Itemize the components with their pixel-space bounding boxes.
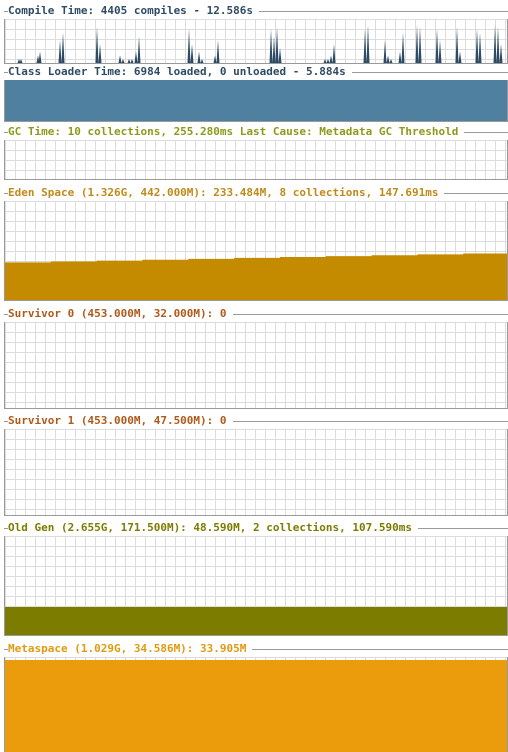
compile-spike [475,28,479,63]
compile-spike [95,26,99,63]
compile-spike [398,51,402,63]
compile-spike [269,28,273,63]
compile-spike [137,36,141,63]
compile-time-graph [17,25,503,63]
compile-spike [200,59,204,63]
compile-spike [415,25,419,63]
panel-title: Eden Space (1.326G, 442.000M): 233.484M,… [8,186,445,200]
graph-area [4,140,508,180]
compile-spike [458,51,462,63]
compile-spike [363,28,367,63]
compile-spike [478,32,482,63]
compile-spike [493,25,497,63]
compile-spike [278,47,282,63]
graph-area [4,80,508,122]
compile-spike [438,40,442,63]
panel-compile-time: Compile Time: 4405 compiles - 12.586s [4,4,508,64]
graph-area [4,322,508,409]
graph-area [4,429,508,516]
panel-title: Survivor 0 (453.000M, 32.000M): 0 [8,307,233,321]
compile-spike [187,28,191,63]
graph-area [4,19,508,64]
panel-title: Class Loader Time: 6984 loaded, 0 unload… [8,65,352,79]
compile-spike [389,59,393,63]
compile-spike [61,32,65,63]
compile-spike [329,55,333,63]
panel-class-loader: Class Loader Time: 6984 loaded, 0 unload… [4,65,508,123]
panel-old-gen: Old Gen (2.655G, 171.500M): 48.590M, 2 c… [4,521,508,637]
compile-spike [197,51,201,63]
class-loader-fill [5,80,507,121]
compile-spike [326,59,330,63]
compile-spike [130,59,134,63]
panel-survivor-1: Survivor 1 (453.000M, 47.500M): 0 [4,414,508,517]
old-gen-fill [5,607,507,635]
compile-spike [118,55,122,63]
compile-spike [332,44,336,63]
compile-spike [38,51,42,63]
panel-title: Metaspace (1.029G, 34.586M): 33.905M [8,642,253,656]
compile-spike [275,26,279,63]
panel-title: Old Gen (2.655G, 171.500M): 48.590M, 2 c… [8,521,418,535]
panel-title: Compile Time: 4405 compiles - 12.586s [8,4,260,18]
compile-spike [323,59,327,63]
compile-spike [134,51,138,63]
panel-title: Survivor 1 (453.000M, 47.500M): 0 [8,414,233,428]
eden-space-fill [5,253,507,300]
graph-area [4,536,508,636]
compile-spike [58,40,62,63]
compile-spike [216,40,220,63]
compile-spike [418,26,422,63]
compile-spike [383,40,387,63]
panel-metaspace: Metaspace (1.029G, 34.586M): 33.905M [4,642,508,752]
metaspace-fill [5,660,507,752]
compile-spike [190,44,194,63]
compile-spike [386,55,390,63]
compile-spike [499,44,503,63]
compile-spike [98,44,102,63]
compile-spike [435,28,439,63]
compile-spike [127,59,131,63]
compile-spike [455,26,459,63]
compile-spike [121,59,125,63]
compile-spike [19,59,23,63]
compile-spike [496,26,500,63]
compile-spike [366,25,370,63]
graph-area [4,657,508,752]
compile-spike [401,32,405,63]
panel-title: GC Time: 10 collections, 255.280ms Last … [8,125,465,139]
panel-eden-space: Eden Space (1.326G, 442.000M): 233.484M,… [4,186,508,302]
graph-area [4,201,508,301]
panel-gc-time: GC Time: 10 collections, 255.280ms Last … [4,125,508,181]
compile-spike [272,36,276,63]
panel-survivor-0: Survivor 0 (453.000M, 32.000M): 0 [4,307,508,409]
compile-spike [213,55,217,63]
eden-space-graph [5,253,507,300]
